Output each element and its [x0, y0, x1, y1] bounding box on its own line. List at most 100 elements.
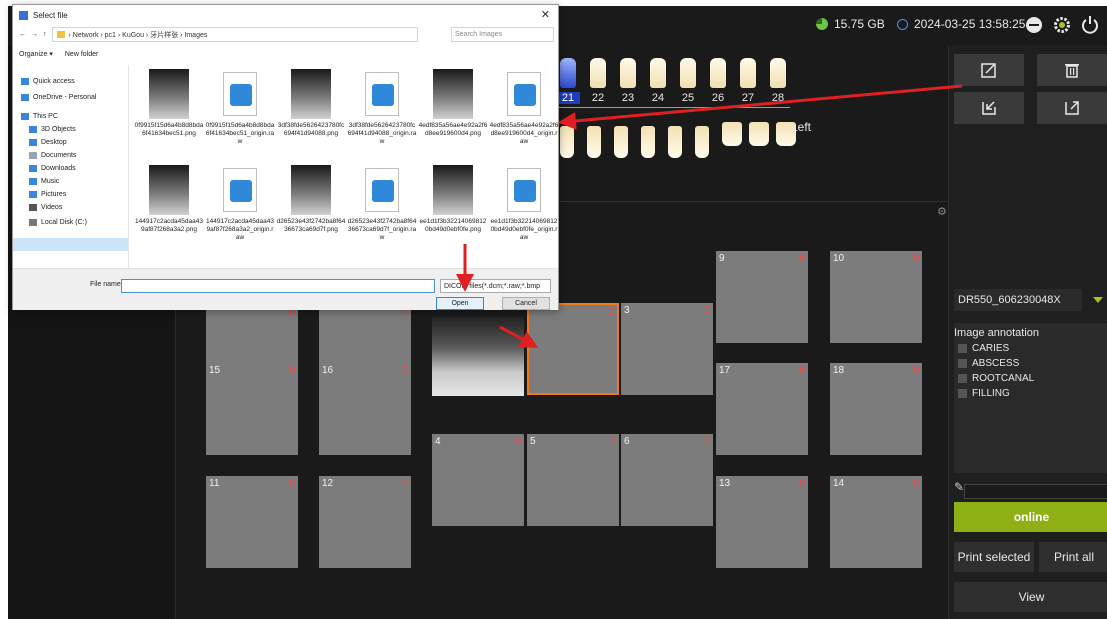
- tooth-lower[interactable]: [668, 126, 682, 158]
- tooth-lower[interactable]: [614, 126, 628, 158]
- file-item[interactable]: 0f9915f15d6a4b8d8bda6f41634bec51.png: [134, 69, 204, 138]
- nav-item[interactable]: This PC: [21, 113, 58, 120]
- image-slot[interactable]: 12 0: [319, 476, 411, 568]
- image-slot[interactable]: 30: [621, 303, 713, 395]
- up-arrow-icon[interactable]: ↑: [43, 31, 47, 38]
- file-item[interactable]: 3df38fde5626423780fc694f41d94088.png: [276, 69, 346, 138]
- search-input[interactable]: Search Images: [451, 27, 554, 42]
- back-arrow-icon[interactable]: ←: [19, 31, 26, 38]
- nav-item[interactable]: 3D Objects: [29, 126, 76, 133]
- new-folder-button[interactable]: New folder: [65, 51, 98, 58]
- annotation-checkbox[interactable]: ROOTCANAL: [958, 373, 1034, 384]
- image-slot[interactable]: [432, 316, 524, 396]
- tooth-number[interactable]: 24: [646, 92, 670, 104]
- settings-button[interactable]: [1049, 12, 1075, 38]
- tooth-lower[interactable]: [641, 126, 655, 158]
- nav-item[interactable]: Quick access: [21, 78, 75, 85]
- image-slot[interactable]: 14 0: [830, 476, 922, 568]
- open-button[interactable]: Open: [436, 297, 484, 310]
- annotation-checkbox[interactable]: ABSCESS: [958, 358, 1019, 369]
- file-item[interactable]: d26523e43f2742ba8f6436673ca69d7f_origin.…: [347, 165, 417, 242]
- minimize-button[interactable]: [1021, 12, 1047, 38]
- tooth-lower[interactable]: [560, 126, 574, 158]
- image-slot[interactable]: 17 0: [716, 363, 808, 455]
- file-item[interactable]: ee1d1f3b322140698120bd49d0ebf0fe_origin.…: [489, 165, 559, 242]
- nav-item[interactable]: Videos: [29, 204, 62, 211]
- image-slot[interactable]: 15 0: [206, 363, 298, 455]
- annotation-checkbox[interactable]: FILLING: [958, 388, 1010, 399]
- tooth-upper[interactable]: [620, 58, 636, 88]
- nav-label: Pictures: [41, 191, 67, 198]
- image-slot[interactable]: 40: [432, 434, 524, 526]
- tooth-upper[interactable]: [680, 58, 696, 88]
- print-selected-button[interactable]: Print selected: [954, 542, 1034, 572]
- forward-arrow-icon[interactable]: →: [31, 31, 38, 38]
- tooth-upper[interactable]: [710, 58, 726, 88]
- file-item[interactable]: 4edf835a56ae4e92a2f6d8ee919600d4_origin.…: [489, 69, 559, 146]
- export-button[interactable]: [1037, 92, 1107, 124]
- image-slot[interactable]: 60: [621, 434, 713, 526]
- nav-label: Local Disk (C:): [41, 219, 87, 226]
- nav-item[interactable]: Pictures: [29, 191, 66, 198]
- nav-item[interactable]: Documents: [29, 152, 76, 159]
- annotation-input[interactable]: [964, 484, 1107, 499]
- image-slot[interactable]: 18 0: [830, 363, 922, 455]
- nav-item[interactable]: Local Disk (C:): [29, 219, 87, 226]
- import-button[interactable]: [954, 92, 1024, 124]
- tooth-upper[interactable]: [740, 58, 756, 88]
- file-item[interactable]: 4edf835a56ae4e92a2f6d8ee919600d4.png: [418, 69, 488, 138]
- image-slot[interactable]: 90: [716, 251, 808, 343]
- image-slot[interactable]: 13 0: [716, 476, 808, 568]
- edit-button[interactable]: [954, 54, 1024, 86]
- image-slot[interactable]: 50: [527, 434, 619, 526]
- organize-button[interactable]: Organize ▾: [19, 50, 53, 58]
- nav-item[interactable]: Downloads: [29, 165, 76, 172]
- annotation-checkbox[interactable]: CARIES: [958, 343, 1009, 354]
- file-item[interactable]: 144917c2acda45daa439af87f268a3a2_origin.…: [205, 165, 275, 242]
- tooth-lower[interactable]: [587, 126, 601, 158]
- image-slot[interactable]: 0: [527, 303, 619, 395]
- tooth-number[interactable]: 28: [766, 92, 790, 104]
- file-item[interactable]: 3df38fde5626423780fc694f41d94088_origin.…: [347, 69, 417, 146]
- tooth-lower[interactable]: [749, 122, 769, 146]
- minimize-icon: [1026, 17, 1042, 33]
- tooth-lower[interactable]: [722, 122, 742, 146]
- tooth-lower[interactable]: [695, 126, 709, 158]
- view-button[interactable]: View: [954, 582, 1107, 612]
- file-item[interactable]: ee1d1f3b322140698120bd49d0ebf0fe.png: [418, 165, 488, 234]
- slot-count: 0: [704, 305, 710, 316]
- tooth-number[interactable]: 25: [676, 92, 700, 104]
- tooth-upper[interactable]: [590, 58, 606, 88]
- tooth-lower[interactable]: [776, 122, 796, 146]
- delete-button[interactable]: [1037, 54, 1107, 86]
- nav-item[interactable]: OneDrive - Personal: [21, 94, 96, 101]
- file-item[interactable]: d26523e43f2742ba8f6436673ca69d7f.png: [276, 165, 346, 234]
- nav-item[interactable]: Desktop: [29, 139, 67, 146]
- tooth-number[interactable]: 21: [556, 92, 580, 104]
- online-button[interactable]: online: [954, 502, 1107, 532]
- breadcrumb[interactable]: › Network › pc1 › KuGou › 牙片样张 › Images: [51, 27, 418, 42]
- tooth-number[interactable]: 26: [706, 92, 730, 104]
- filetype-select[interactable]: DICOM files(*.dcm;*.raw;*.bmp: [440, 279, 551, 293]
- filename-input[interactable]: [121, 279, 435, 293]
- image-slot[interactable]: 10 0: [830, 251, 922, 343]
- image-slot[interactable]: 16 0: [319, 363, 411, 455]
- nav-item[interactable]: Music: [29, 178, 59, 185]
- tooth-number[interactable]: 22: [586, 92, 610, 104]
- close-button[interactable]: ✕: [541, 8, 550, 21]
- device-select[interactable]: DR550_606230048X: [954, 289, 1082, 311]
- file-item[interactable]: 144917c2acda45daa439af87f268a3a2.png: [134, 165, 204, 234]
- file-name: 144917c2acda45daa439af87f268a3a2.png: [135, 218, 203, 233]
- cancel-button[interactable]: Cancel: [502, 297, 550, 310]
- tooth-number[interactable]: 27: [736, 92, 760, 104]
- power-button[interactable]: [1077, 12, 1103, 38]
- tooth-upper[interactable]: [560, 58, 576, 88]
- image-slot[interactable]: 11 0: [206, 476, 298, 568]
- gear-icon[interactable]: ⚙: [937, 205, 947, 218]
- chevron-down-icon[interactable]: [1093, 297, 1103, 303]
- tooth-upper[interactable]: [650, 58, 666, 88]
- print-all-button[interactable]: Print all: [1039, 542, 1107, 572]
- tooth-upper[interactable]: [770, 58, 786, 88]
- file-item[interactable]: 0f9915f15d6a4b8d8bda6f41634bec51_origin.…: [205, 69, 275, 146]
- tooth-number[interactable]: 23: [616, 92, 640, 104]
